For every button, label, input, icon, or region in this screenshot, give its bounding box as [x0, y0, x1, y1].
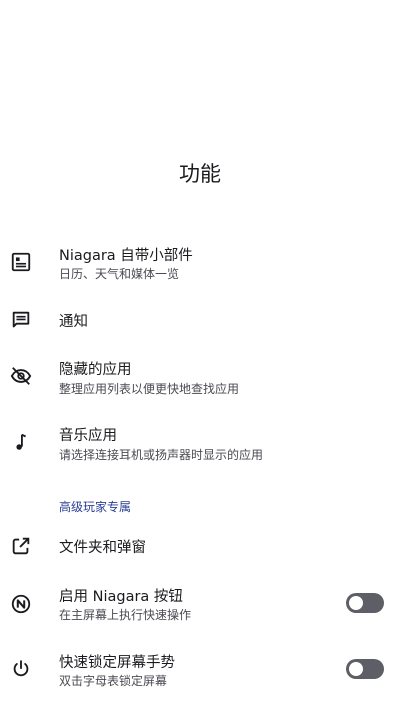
folders-popups-setting[interactable]: 文件夹和弹窗: [0, 518, 400, 574]
niagara-button-toggle[interactable]: [346, 593, 384, 613]
toggle-knob: [349, 596, 363, 610]
eye-off-icon: [9, 364, 33, 388]
notifications-title: 通知: [59, 314, 88, 330]
hidden-apps-subtitle: 整理应用列表以便更快地查找应用: [59, 382, 240, 396]
section-header-pro: 高级玩家专属: [59, 500, 132, 514]
notifications-setting[interactable]: 通知: [0, 292, 400, 348]
quick-lock-subtitle: 双击字母表锁定屏幕: [59, 674, 168, 688]
notification-chat-icon: [9, 308, 33, 332]
niagara-n-icon: [9, 592, 33, 616]
hidden-apps-title: 隐藏的应用: [59, 362, 132, 378]
folders-popups-title: 文件夹和弹窗: [59, 540, 146, 556]
widgets-setting[interactable]: Niagara 自带小部件 日历、天气和媒体一览: [0, 240, 400, 296]
quick-lock-title: 快速锁定屏幕手势: [59, 655, 175, 671]
music-apps-setting[interactable]: 音乐应用 请选择连接耳机或扬声器时显示的应用: [0, 416, 400, 472]
widgets-subtitle: 日历、天气和媒体一览: [59, 267, 180, 281]
music-apps-subtitle: 请选择连接耳机或扬声器时显示的应用: [59, 448, 264, 462]
niagara-button-subtitle: 在主屏幕上执行快速操作: [59, 608, 192, 622]
power-icon: [9, 657, 33, 681]
widgets-title: Niagara 自带小部件: [59, 248, 193, 264]
widget-icon: [9, 250, 33, 274]
music-note-icon: [9, 430, 33, 454]
niagara-button-setting[interactable]: 启用 Niagara 按钮 在主屏幕上执行快速操作: [0, 576, 400, 632]
toggle-knob: [349, 662, 363, 676]
hidden-apps-setting[interactable]: 隐藏的应用 整理应用列表以便更快地查找应用: [0, 350, 400, 406]
niagara-button-title: 启用 Niagara 按钮: [59, 589, 183, 605]
page-title: 功能: [179, 162, 221, 186]
quick-lock-setting[interactable]: 快速锁定屏幕手势 双击字母表锁定屏幕: [0, 642, 400, 698]
open-in-new-icon: [9, 534, 33, 558]
music-apps-title: 音乐应用: [59, 428, 117, 444]
quick-lock-toggle[interactable]: [346, 659, 384, 679]
